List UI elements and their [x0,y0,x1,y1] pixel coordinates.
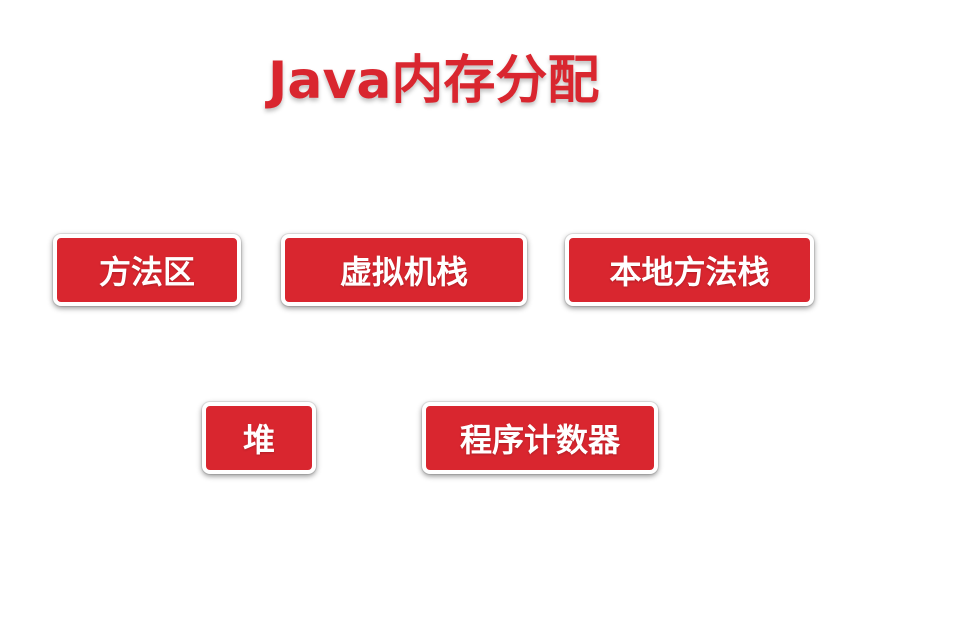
page-title: Java内存分配 [268,51,600,111]
native-method-stack-box: 本地方法栈 [565,234,814,306]
method-area-box: 方法区 [53,234,241,306]
program-counter-box: 程序计数器 [422,402,658,474]
heap-box: 堆 [202,402,316,474]
slide-canvas: Java内存分配 方法区 虚拟机栈 本地方法栈 堆 程序计数器 [0,0,980,620]
vm-stack-box: 虚拟机栈 [281,234,527,306]
